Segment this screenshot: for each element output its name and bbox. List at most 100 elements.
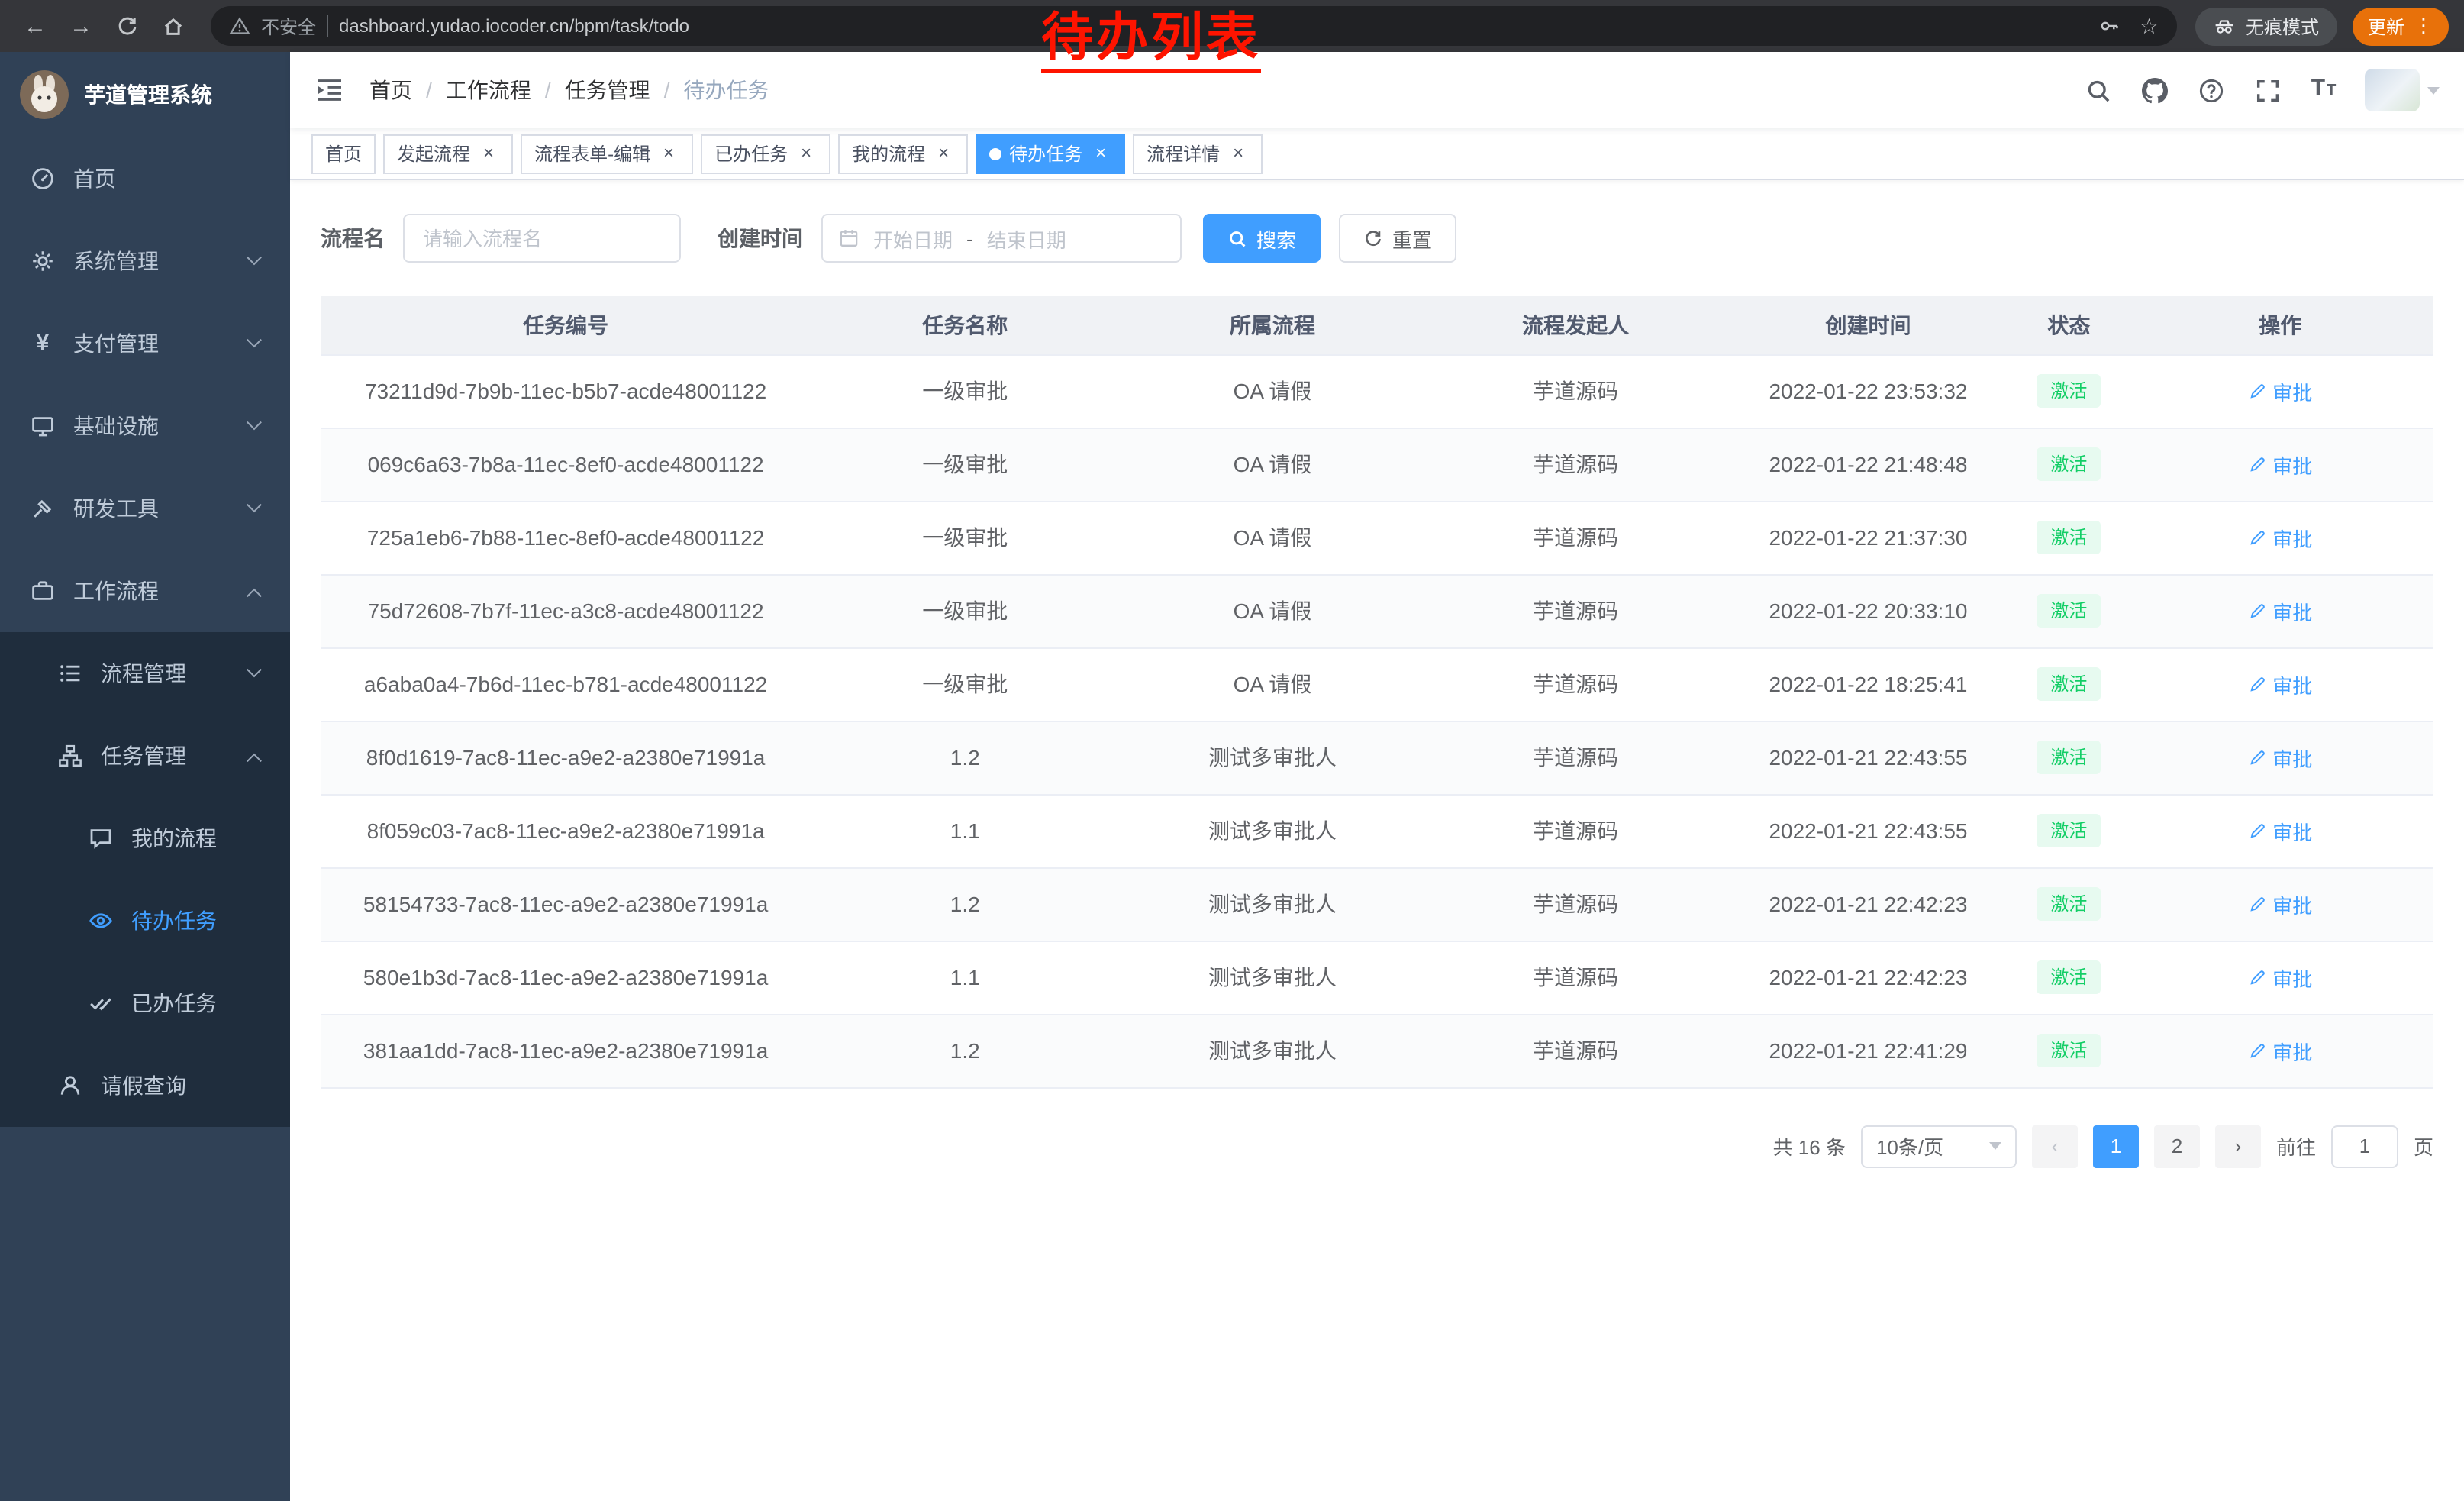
approve-link[interactable]: 审批	[2248, 1036, 2312, 1065]
tab-start-process[interactable]: 发起流程 ×	[383, 134, 513, 173]
tab-done-tasks[interactable]: 已办任务 ×	[701, 134, 830, 173]
incognito-label: 无痕模式	[2246, 13, 2319, 39]
tab-process-form-edit[interactable]: 流程表单-编辑 ×	[521, 134, 693, 173]
prev-page-button[interactable]: ‹	[2032, 1125, 2078, 1167]
tab-label: 已办任务	[714, 140, 788, 166]
sidebar-item-label: 系统管理	[73, 246, 159, 276]
sitemap-icon	[58, 744, 82, 768]
cell-task-name: 1.1	[811, 794, 1119, 867]
sidebar-item-infrastructure[interactable]: 基础设施	[0, 385, 290, 467]
tab-label: 流程详情	[1147, 140, 1220, 166]
sidebar-item-done-tasks[interactable]: 已办任务	[0, 962, 290, 1044]
tab-todo-tasks[interactable]: 待办任务 ×	[976, 134, 1125, 173]
process-name-input[interactable]	[403, 214, 681, 263]
sidebar-item-devtools[interactable]: 研发工具	[0, 467, 290, 550]
message-icon	[89, 826, 113, 851]
user-avatar[interactable]	[2365, 69, 2440, 111]
next-page-button[interactable]: ›	[2215, 1125, 2261, 1167]
approve-link[interactable]: 审批	[2248, 889, 2312, 918]
sidebar-item-payment[interactable]: ¥ 支付管理	[0, 302, 290, 385]
chevron-down-icon	[1989, 1142, 2001, 1150]
sidebar-item-task-management[interactable]: 任务管理	[0, 715, 290, 797]
sidebar-item-leave-query[interactable]: 请假查询	[0, 1044, 290, 1127]
breadcrumb-workflow[interactable]: 工作流程	[446, 75, 531, 105]
refresh-icon[interactable]	[107, 6, 147, 46]
breadcrumb-task-management[interactable]: 任务管理	[565, 75, 650, 105]
forward-icon[interactable]: →	[61, 6, 101, 46]
close-icon[interactable]: ×	[1090, 143, 1111, 164]
close-icon[interactable]: ×	[658, 143, 679, 164]
sidebar-item-label: 基础设施	[73, 411, 159, 441]
back-icon[interactable]: ←	[15, 6, 55, 46]
key-icon[interactable]	[2100, 15, 2121, 37]
sidebar-item-my-process[interactable]: 我的流程	[0, 797, 290, 880]
search-icon[interactable]	[2082, 75, 2113, 105]
bookmark-star-icon[interactable]: ☆	[2140, 13, 2159, 39]
pagination: 共 16 条 10条/页 ‹ 1 2 › 前往 页	[321, 1125, 2433, 1167]
app-title: 芋道管理系统	[84, 79, 212, 110]
goto-label: 前往	[2276, 1131, 2316, 1160]
reset-button-label: 重置	[1392, 224, 1432, 253]
sidebar-item-workflow[interactable]: 工作流程	[0, 550, 290, 632]
cell-initiator: 芋道源码	[1426, 354, 1726, 428]
col-created: 创建时间	[1726, 296, 2011, 354]
end-date-placeholder: 结束日期	[987, 224, 1066, 253]
close-icon[interactable]: ×	[478, 143, 499, 164]
tab-label: 发起流程	[397, 140, 470, 166]
caret-down-icon	[2427, 86, 2440, 94]
fullscreen-icon[interactable]	[2252, 75, 2282, 105]
sidebar-item-label: 待办任务	[131, 905, 217, 936]
approve-link[interactable]: 审批	[2248, 450, 2312, 479]
tab-home[interactable]: 首页	[311, 134, 376, 173]
sidebar-toggle-icon[interactable]	[314, 75, 345, 105]
calendar-icon	[838, 228, 859, 249]
sidebar-item-home[interactable]: 首页	[0, 137, 290, 220]
font-size-icon[interactable]: TT	[2308, 75, 2339, 105]
chevron-down-icon	[247, 414, 262, 429]
monitor-icon	[31, 414, 55, 438]
cell-status: 激活	[2011, 574, 2127, 647]
cell-process: 测试多审批人	[1119, 721, 1425, 794]
update-button[interactable]: 更新 ⋮	[2353, 7, 2449, 45]
tags-view-bar: 首页 发起流程 × 流程表单-编辑 × 已办任务 × 我的流程 ×	[290, 128, 2464, 180]
close-icon[interactable]: ×	[1227, 143, 1249, 164]
github-icon[interactable]	[2139, 75, 2169, 105]
goto-page-input[interactable]	[2331, 1125, 2398, 1167]
date-range-picker[interactable]: 开始日期 - 结束日期	[821, 214, 1182, 263]
tab-process-detail[interactable]: 流程详情 ×	[1133, 134, 1263, 173]
reset-button[interactable]: 重置	[1339, 214, 1456, 263]
cell-task-id: 8f0d1619-7ac8-11ec-a9e2-a2380e71991a	[321, 721, 811, 794]
sidebar-item-todo-tasks[interactable]: 待办任务	[0, 880, 290, 962]
app-logo[interactable]: 芋道管理系统	[0, 52, 290, 137]
sidebar-item-process-management[interactable]: 流程管理	[0, 632, 290, 715]
tab-my-process[interactable]: 我的流程 ×	[838, 134, 968, 173]
approve-link[interactable]: 审批	[2248, 816, 2312, 845]
search-button[interactable]: 搜索	[1203, 214, 1321, 263]
approve-link[interactable]: 审批	[2248, 743, 2312, 772]
filter-bar: 流程名 创建时间 开始日期 - 结束日期 搜索	[321, 214, 2433, 263]
approve-link[interactable]: 审批	[2248, 670, 2312, 699]
approve-link[interactable]: 审批	[2248, 963, 2312, 992]
chevron-down-icon	[247, 496, 262, 512]
sidebar-item-system[interactable]: 系统管理	[0, 220, 290, 302]
home-icon[interactable]	[153, 6, 192, 46]
cell-created: 2022-01-21 22:43:55	[1726, 794, 2011, 867]
table-row: 8f0d1619-7ac8-11ec-a9e2-a2380e71991a 1.2…	[321, 721, 2433, 794]
help-icon[interactable]	[2195, 75, 2226, 105]
approve-link[interactable]: 审批	[2248, 376, 2312, 405]
page-button-2[interactable]: 2	[2154, 1125, 2200, 1167]
cell-action: 审批	[2127, 354, 2433, 428]
close-icon[interactable]: ×	[933, 143, 954, 164]
page-size-select[interactable]: 10条/页	[1861, 1125, 2017, 1167]
sidebar-item-label: 首页	[73, 163, 116, 194]
approve-link[interactable]: 审批	[2248, 523, 2312, 552]
browser-menu-icon[interactable]: ⋮	[2414, 14, 2433, 38]
col-status: 状态	[2011, 296, 2127, 354]
page-button-1[interactable]: 1	[2093, 1125, 2139, 1167]
cell-process: 测试多审批人	[1119, 1014, 1425, 1087]
close-icon[interactable]: ×	[795, 143, 817, 164]
logo-avatar	[20, 70, 69, 119]
breadcrumb-home[interactable]: 首页	[369, 75, 412, 105]
approve-link[interactable]: 审批	[2248, 596, 2312, 625]
top-navbar: 首页 / 工作流程 / 任务管理 / 待办任务 TT	[290, 52, 2464, 128]
